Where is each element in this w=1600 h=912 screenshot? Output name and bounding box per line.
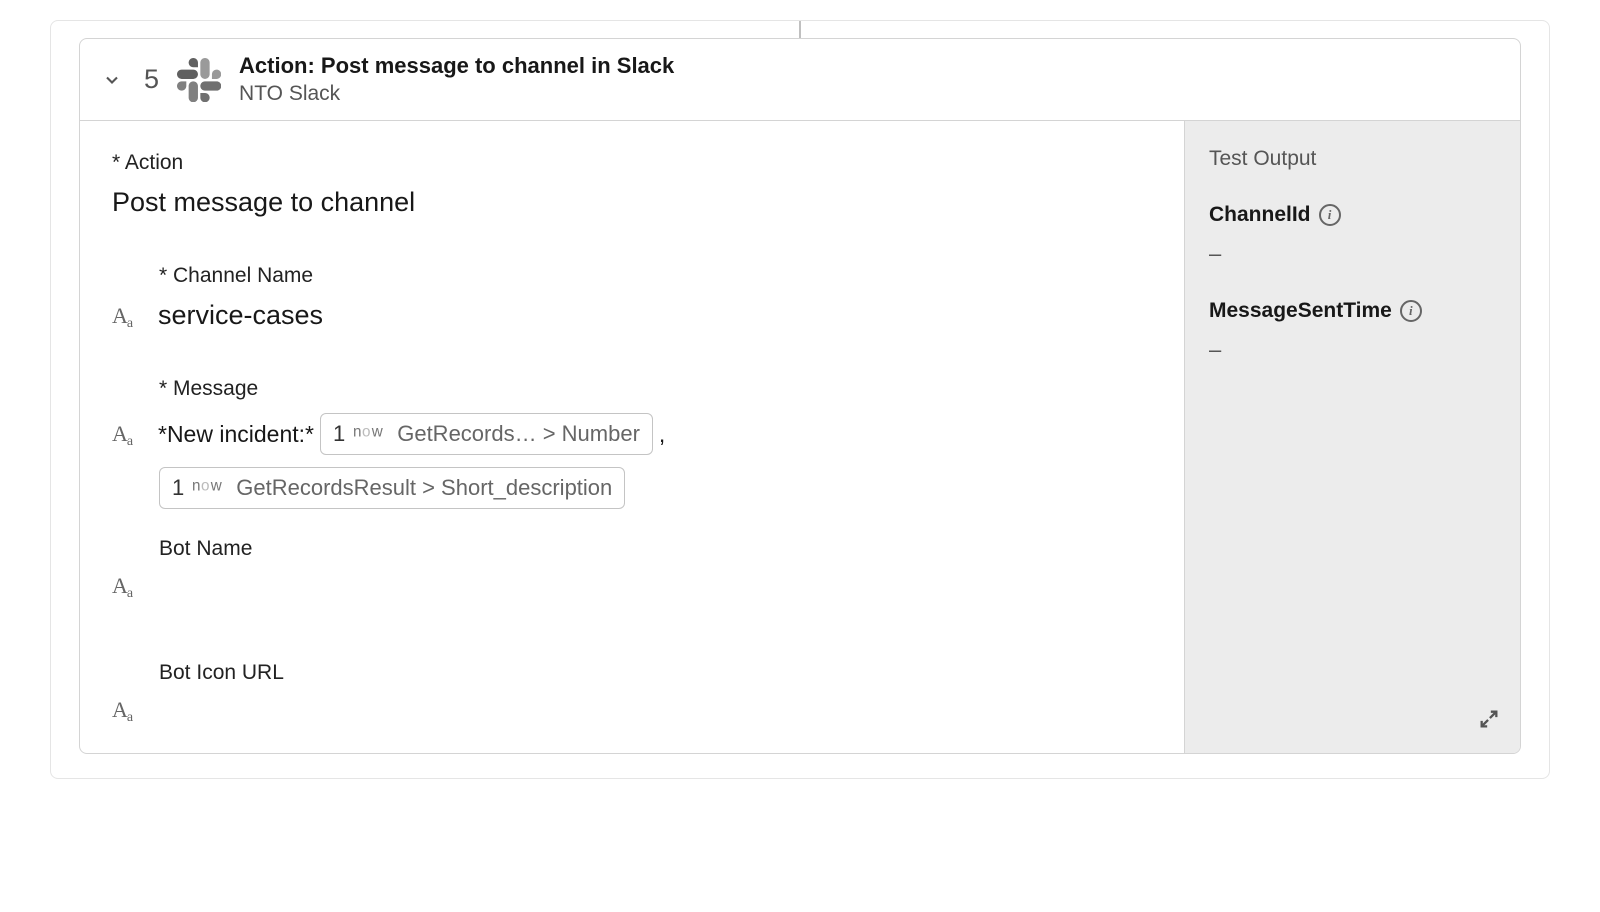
message-prefix-text: *New incident:* — [158, 421, 314, 448]
card-header: 5 — [80, 39, 1520, 121]
connector-line — [799, 21, 801, 38]
bot-name-label: Bot Name — [159, 537, 1152, 561]
bot-name-field: Bot Name Aa — [112, 537, 1152, 599]
output-value: – — [1209, 241, 1496, 267]
bot-icon-url-field: Bot Icon URL Aa — [112, 661, 1152, 723]
bot-icon-url-label: Bot Icon URL — [159, 661, 1152, 685]
svg-text:o: o — [201, 478, 209, 495]
channel-name-field: * Channel Name Aa service-cases — [112, 264, 1152, 331]
svg-text:w: w — [371, 424, 384, 441]
expand-panel-button[interactable] — [1474, 704, 1504, 737]
text-type-icon: Aa — [112, 573, 144, 599]
bot-icon-url-input[interactable]: Aa — [112, 697, 1152, 723]
bot-name-input[interactable]: Aa — [112, 573, 1152, 599]
header-text: Action: Post message to channel in Slack… — [239, 53, 1502, 106]
text-type-icon: Aa — [112, 421, 144, 447]
text-type-icon: Aa — [112, 697, 144, 723]
output-channel-id: ChannelId i – — [1209, 203, 1496, 267]
servicenow-icon: n o w — [353, 420, 389, 448]
output-message-sent-time: MessageSentTime i – — [1209, 299, 1496, 363]
expand-icon — [1478, 708, 1500, 730]
pill-step-number: 1 — [172, 475, 184, 501]
action-value[interactable]: Post message to channel — [112, 187, 1152, 218]
merge-field-pill-number[interactable]: 1 n o w GetRecords… > Number — [320, 413, 653, 455]
card-subtitle: NTO Slack — [239, 82, 1502, 106]
message-comma: , — [659, 421, 665, 448]
output-label-text: ChannelId — [1209, 203, 1311, 227]
slack-icon — [177, 58, 221, 102]
pill-text: GetRecords… > Number — [397, 421, 640, 447]
pill-text: GetRecordsResult > Short_description — [236, 475, 612, 501]
message-input-line2[interactable]: 1 n o w GetRecordsResult > Short_descrip… — [159, 467, 1152, 509]
action-card: 5 — [79, 38, 1521, 754]
test-output-title: Test Output — [1209, 147, 1496, 171]
text-type-icon: Aa — [112, 303, 144, 329]
pill-step-number: 1 — [333, 421, 345, 447]
output-label-text: MessageSentTime — [1209, 299, 1392, 323]
step-number: 5 — [144, 64, 159, 95]
message-label: * Message — [159, 377, 1152, 401]
output-value: – — [1209, 337, 1496, 363]
merge-field-pill-shortdesc[interactable]: 1 n o w GetRecordsResult > Short_descrip… — [159, 467, 625, 509]
info-icon[interactable]: i — [1400, 300, 1422, 322]
message-field: * Message Aa *New incident:* 1 n o — [112, 377, 1152, 509]
svg-text:o: o — [362, 424, 370, 441]
collapse-toggle[interactable] — [98, 66, 126, 94]
svg-text:n: n — [192, 478, 200, 495]
action-label: * Action — [112, 151, 1152, 175]
test-output-panel: Test Output ChannelId i – MessageSentTim… — [1184, 121, 1520, 753]
action-field: * Action Post message to channel — [112, 151, 1152, 218]
info-icon[interactable]: i — [1319, 204, 1341, 226]
main-panel: * Action Post message to channel * Chann… — [80, 121, 1184, 753]
chevron-down-icon — [102, 70, 122, 90]
card-title: Action: Post message to channel in Slack — [239, 53, 1502, 79]
flow-canvas: 5 — [50, 20, 1550, 779]
svg-text:n: n — [353, 424, 361, 441]
servicenow-icon: n o w — [192, 474, 228, 502]
card-body: * Action Post message to channel * Chann… — [80, 121, 1520, 753]
svg-text:w: w — [210, 478, 223, 495]
message-input[interactable]: Aa *New incident:* 1 n o w — [112, 413, 1152, 455]
channel-value[interactable]: service-cases — [158, 300, 323, 331]
channel-label: * Channel Name — [159, 264, 1152, 288]
